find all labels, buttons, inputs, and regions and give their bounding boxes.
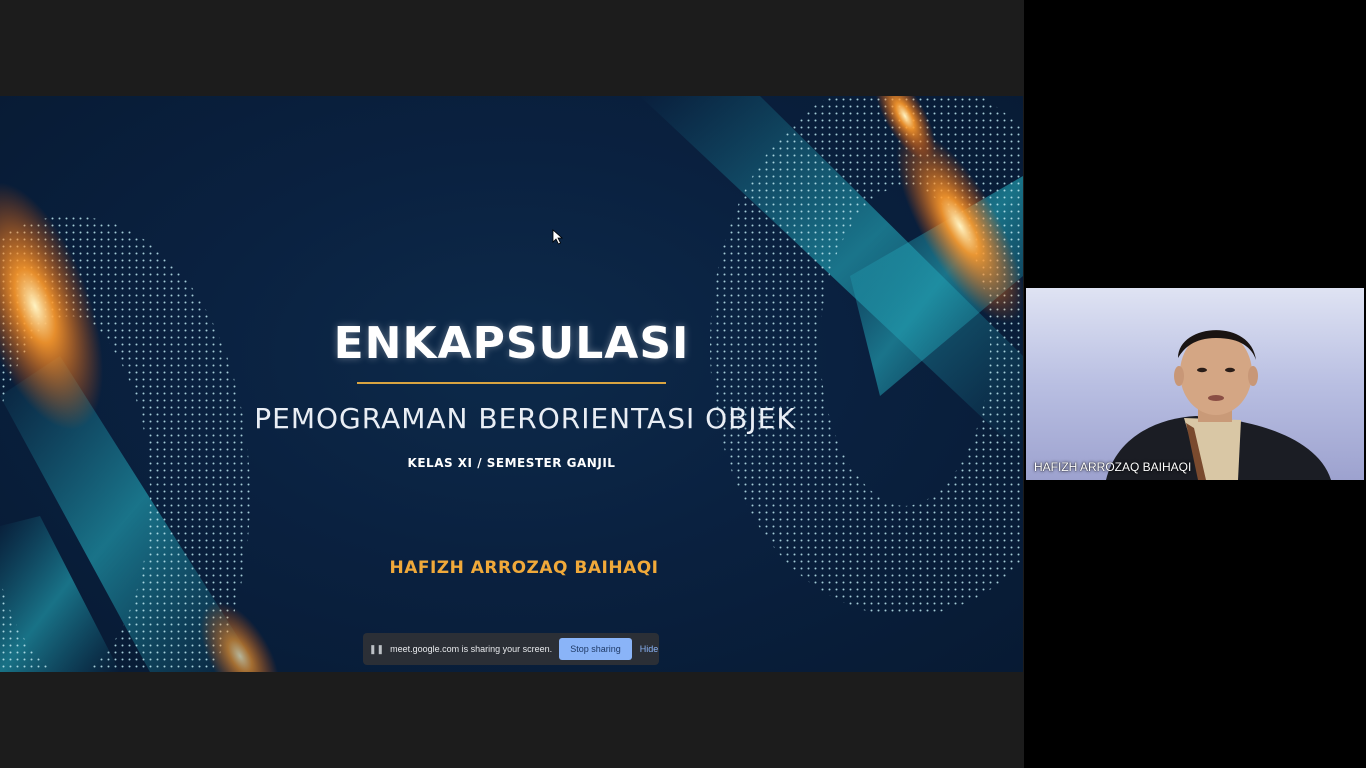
screen-share-notification-bar: ❚❚ meet.google.com is sharing your scree… [363, 633, 659, 665]
participant-video-feed [1106, 330, 1331, 480]
slide-author: HAFIZH ARROZAQ BAIHAQI [389, 558, 659, 578]
share-message: meet.google.com is sharing your screen. [390, 644, 553, 654]
presentation-stage: ENKAPSULASI PEMOGRAMAN BERORIENTASI OBJE… [0, 0, 1024, 768]
shared-slide: ENKAPSULASI PEMOGRAMAN BERORIENTASI OBJE… [0, 96, 1023, 672]
hide-button[interactable]: Hide [640, 644, 659, 654]
slide-subtitle: PEMOGRAMAN BERORIENTASI OBJEK [254, 402, 796, 435]
stop-sharing-button[interactable]: Stop sharing [559, 638, 632, 660]
slide-title: ENKAPSULASI [333, 318, 690, 369]
slide-background-art [0, 96, 1023, 672]
title-divider [357, 382, 666, 384]
slide-class-info: KELAS XI / SEMESTER GANJIL [407, 456, 616, 470]
pause-grip-icon[interactable]: ❚❚ [369, 644, 384, 655]
participant-name: HAFIZH ARROZAQ BAIHAQI [1034, 460, 1192, 474]
participant-video-tile[interactable]: HAFIZH ARROZAQ BAIHAQI [1026, 288, 1364, 480]
mouse-cursor-icon [552, 229, 564, 245]
